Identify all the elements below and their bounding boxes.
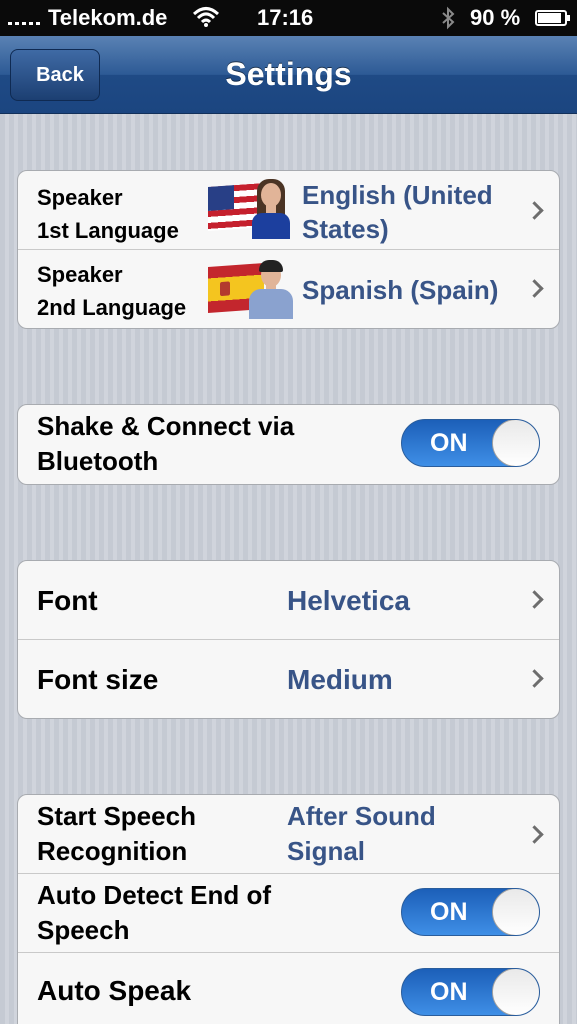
bluetooth-icon [440, 6, 456, 36]
speaker-2nd-language-row[interactable]: Speaker 2nd Language Spanish (Spain) [18, 250, 559, 328]
chevron-right-icon [525, 825, 544, 844]
speaker-2nd-language-label: Speaker 2nd Language [37, 258, 186, 324]
battery-icon [535, 10, 570, 26]
speech-group: Start Speech Recognition After Sound Sig… [17, 794, 560, 1024]
speaker-1st-language-value: English (United States) [302, 178, 493, 246]
toggle-state-label: ON [430, 429, 468, 457]
value-line-1: After Sound [287, 801, 436, 831]
font-size-row[interactable]: Font size Medium [18, 640, 559, 718]
label-line-2: Bluetooth [37, 446, 159, 476]
label-line-2: Recognition [37, 836, 188, 866]
speaker-1st-language-label: Speaker 1st Language [37, 181, 179, 247]
auto-detect-end-toggle[interactable]: ON [401, 888, 540, 936]
signal-icon [8, 22, 40, 25]
carrier-name: Telekom.de [48, 5, 168, 30]
label-line-1: Auto Detect End of [37, 880, 271, 910]
label-line-2: 2nd Language [37, 295, 187, 320]
font-group: Font Helvetica Font size Medium [17, 560, 560, 719]
font-value: Helvetica [287, 585, 410, 616]
male-avatar [248, 259, 294, 319]
auto-speak-row: Auto Speak ON [18, 953, 559, 1024]
shake-connect-toggle[interactable]: ON [401, 419, 540, 467]
shake-connect-row: Shake & Connect via Bluetooth ON [18, 405, 559, 484]
auto-detect-end-row: Auto Detect End of Speech ON [18, 874, 559, 953]
value-line-1: English (United [302, 180, 493, 210]
auto-speak-label: Auto Speak [37, 975, 192, 1006]
toggle-knob [492, 969, 539, 1015]
label-line-1: Start Speech [37, 801, 196, 831]
clock: 17:16 [257, 5, 314, 30]
status-bar: Telekom.de 17:16 90 % [0, 0, 577, 36]
font-row[interactable]: Font Helvetica [18, 561, 559, 640]
navigation-bar: Back Settings [0, 36, 577, 114]
toggle-state-label: ON [430, 978, 468, 1006]
toggle-knob [492, 420, 539, 466]
page-title: Settings [225, 56, 352, 92]
chevron-right-icon [525, 590, 544, 609]
language-group: Speaker 1st Language English (United Sta… [17, 170, 560, 329]
shake-connect-label: Shake & Connect via Bluetooth [37, 409, 294, 479]
toggle-state-label: ON [430, 898, 468, 926]
wifi-icon [192, 6, 220, 34]
speaker-1st-language-row[interactable]: Speaker 1st Language English (United Sta… [18, 171, 559, 250]
start-speech-recognition-label: Start Speech Recognition [37, 799, 196, 869]
auto-speak-toggle[interactable]: ON [401, 968, 540, 1016]
chevron-right-icon [525, 201, 544, 220]
female-avatar [248, 179, 294, 239]
label-line-2: 1st Language [37, 218, 179, 243]
battery-percent: 90 % [470, 5, 521, 30]
battery-level-fill [538, 13, 561, 23]
start-speech-recognition-row[interactable]: Start Speech Recognition After Sound Sig… [18, 795, 559, 874]
auto-detect-end-label: Auto Detect End of Speech [37, 878, 271, 948]
value-line-2: Signal [287, 836, 366, 866]
chevron-right-icon [525, 669, 544, 688]
speaker-2nd-language-value: Spanish (Spain) [302, 275, 499, 305]
label-line-2: Speech [37, 915, 130, 945]
start-speech-recognition-value: After Sound Signal [287, 799, 436, 869]
font-label: Font [37, 585, 98, 616]
font-size-label: Font size [37, 664, 159, 695]
chevron-right-icon [525, 279, 544, 298]
value-line-2: States) [302, 214, 389, 244]
toggle-knob [492, 889, 539, 935]
bluetooth-group: Shake & Connect via Bluetooth ON [17, 404, 560, 485]
font-size-value: Medium [287, 664, 393, 695]
label-line-1: Speaker [37, 185, 123, 210]
label-line-1: Shake & Connect via [37, 411, 295, 441]
us-flag-icon [208, 179, 294, 239]
label-line-1: Speaker [37, 262, 123, 287]
spain-flag-icon [208, 259, 294, 319]
